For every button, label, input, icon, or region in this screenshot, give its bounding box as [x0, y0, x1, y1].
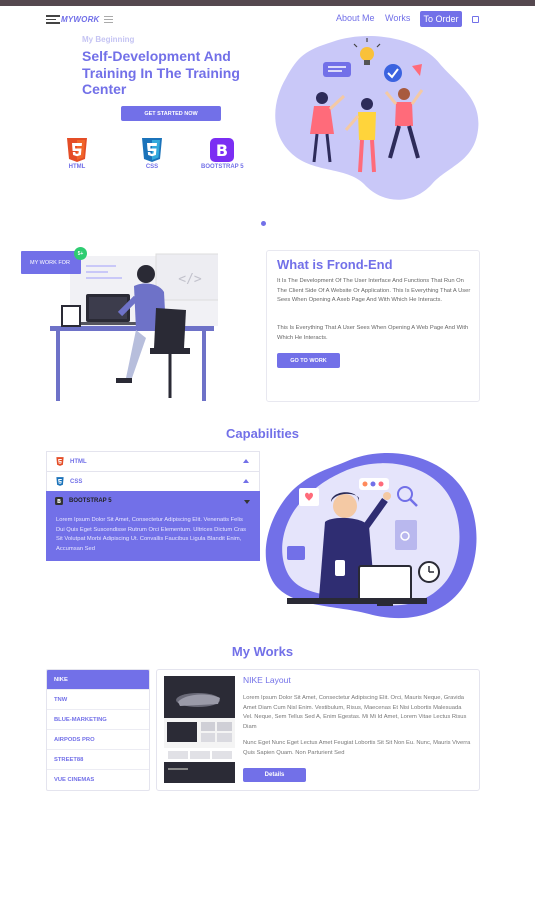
work-detail-paragraph-1: Lorem Ipsum Dolor Sit Amet, Consectetur … — [243, 695, 467, 730]
hero-team-illustration — [275, 36, 479, 200]
works-item-blue-marketing[interactable]: BLUE-MARKETING — [47, 710, 149, 730]
go-to-work-button[interactable]: GO TO WORK — [277, 353, 340, 368]
work-count-badge: 5+ — [74, 247, 87, 260]
to-order-button[interactable]: To Order — [420, 11, 462, 27]
html5-icon — [67, 138, 87, 162]
accordion-item-html[interactable]: HTML — [46, 451, 260, 471]
svg-text:B: B — [216, 141, 228, 160]
frontend-paragraph-2: This Is Everything That A User Sees When… — [277, 325, 469, 341]
top-strip — [0, 0, 535, 6]
frontend-title: What is Frond-End — [277, 257, 393, 272]
external-link-icon[interactable] — [472, 16, 479, 23]
hero-title: Self-Development And Training In The Tra… — [82, 48, 240, 97]
check-icon — [384, 64, 402, 82]
tech-css-label: CSS — [145, 164, 159, 170]
nav-about-link[interactable]: About Me — [336, 13, 375, 23]
code-glyph: </> — [178, 272, 202, 287]
works-item-street88[interactable]: STREET88 — [47, 750, 149, 770]
logo[interactable]: MYWORK — [46, 15, 113, 24]
work-detail-paragraph-2: Nunc Eget Nunc Eget Lectus Amet Feugiat … — [243, 740, 471, 756]
capabilities-title: Capabilities — [226, 426, 299, 441]
lightbulb-icon — [360, 47, 374, 61]
hamburger-menu-icon[interactable] — [103, 16, 113, 23]
accordion-label: BOOTSTRAP 5 — [69, 498, 112, 504]
my-work-badge: MY WORK FOR — [21, 251, 81, 274]
works-item-airpods-pro[interactable]: AIRPODS PRO — [47, 730, 149, 750]
work-screenshot — [164, 676, 235, 783]
chevron-down-icon — [244, 500, 250, 504]
tech-bootstrap-label: BOOTSTRAP 5 — [201, 164, 244, 170]
tech-css: CSS — [141, 138, 163, 170]
works-item-vue-cinemas[interactable]: VUE CINEMAS — [47, 770, 149, 790]
logo-text: MYWORK — [61, 15, 100, 24]
bootstrap-icon: B — [210, 138, 235, 162]
chat-bubble-icon — [323, 62, 351, 77]
get-started-button[interactable]: GET STARTED NOW — [121, 106, 221, 121]
details-button[interactable]: Details — [243, 768, 306, 782]
tech-bootstrap: B BOOTSTRAP 5 — [201, 138, 244, 170]
bootstrap-icon: B — [55, 497, 63, 505]
accordion-body: Lorem Ipsum Dolor Sit Amet, Consectetur … — [46, 511, 260, 561]
chevron-up-icon — [243, 479, 249, 483]
accordion-item-css[interactable]: CSS — [46, 471, 260, 491]
frontend-paragraph-1: It Is The Development Of The User Interf… — [277, 278, 471, 303]
accordion-label: CSS — [70, 478, 83, 485]
work-detail-title: NIKE Layout — [243, 675, 291, 685]
works-item-tnw[interactable]: TNW — [47, 690, 149, 710]
html5-icon — [56, 457, 64, 466]
hero-kicker: My Beginning — [82, 35, 135, 44]
my-works-title: My Works — [231, 644, 294, 659]
tech-html-label: HTML — [68, 164, 86, 170]
nav-works-link[interactable]: Works — [385, 13, 410, 23]
accordion-label: HTML — [70, 458, 87, 465]
carousel-dot[interactable] — [261, 221, 266, 226]
tech-html: HTML — [66, 138, 88, 170]
works-item-nike[interactable]: NIKE — [47, 670, 149, 690]
logo-mark-icon — [46, 15, 60, 24]
css3-icon — [56, 477, 64, 486]
works-list: NIKE TNW BLUE-MARKETING AIRPODS PRO STRE… — [46, 669, 150, 791]
accordion-item-bootstrap[interactable]: B BOOTSTRAP 5 — [46, 491, 260, 511]
capabilities-accordion: HTML CSS B BOOTSTRAP 5 Lorem Ipsum Dolor… — [46, 451, 260, 561]
chevron-up-icon — [243, 459, 249, 463]
document-icon — [395, 520, 417, 550]
css3-icon — [142, 138, 162, 162]
capabilities-illustration — [265, 453, 477, 619]
svg-text:B: B — [57, 499, 61, 505]
